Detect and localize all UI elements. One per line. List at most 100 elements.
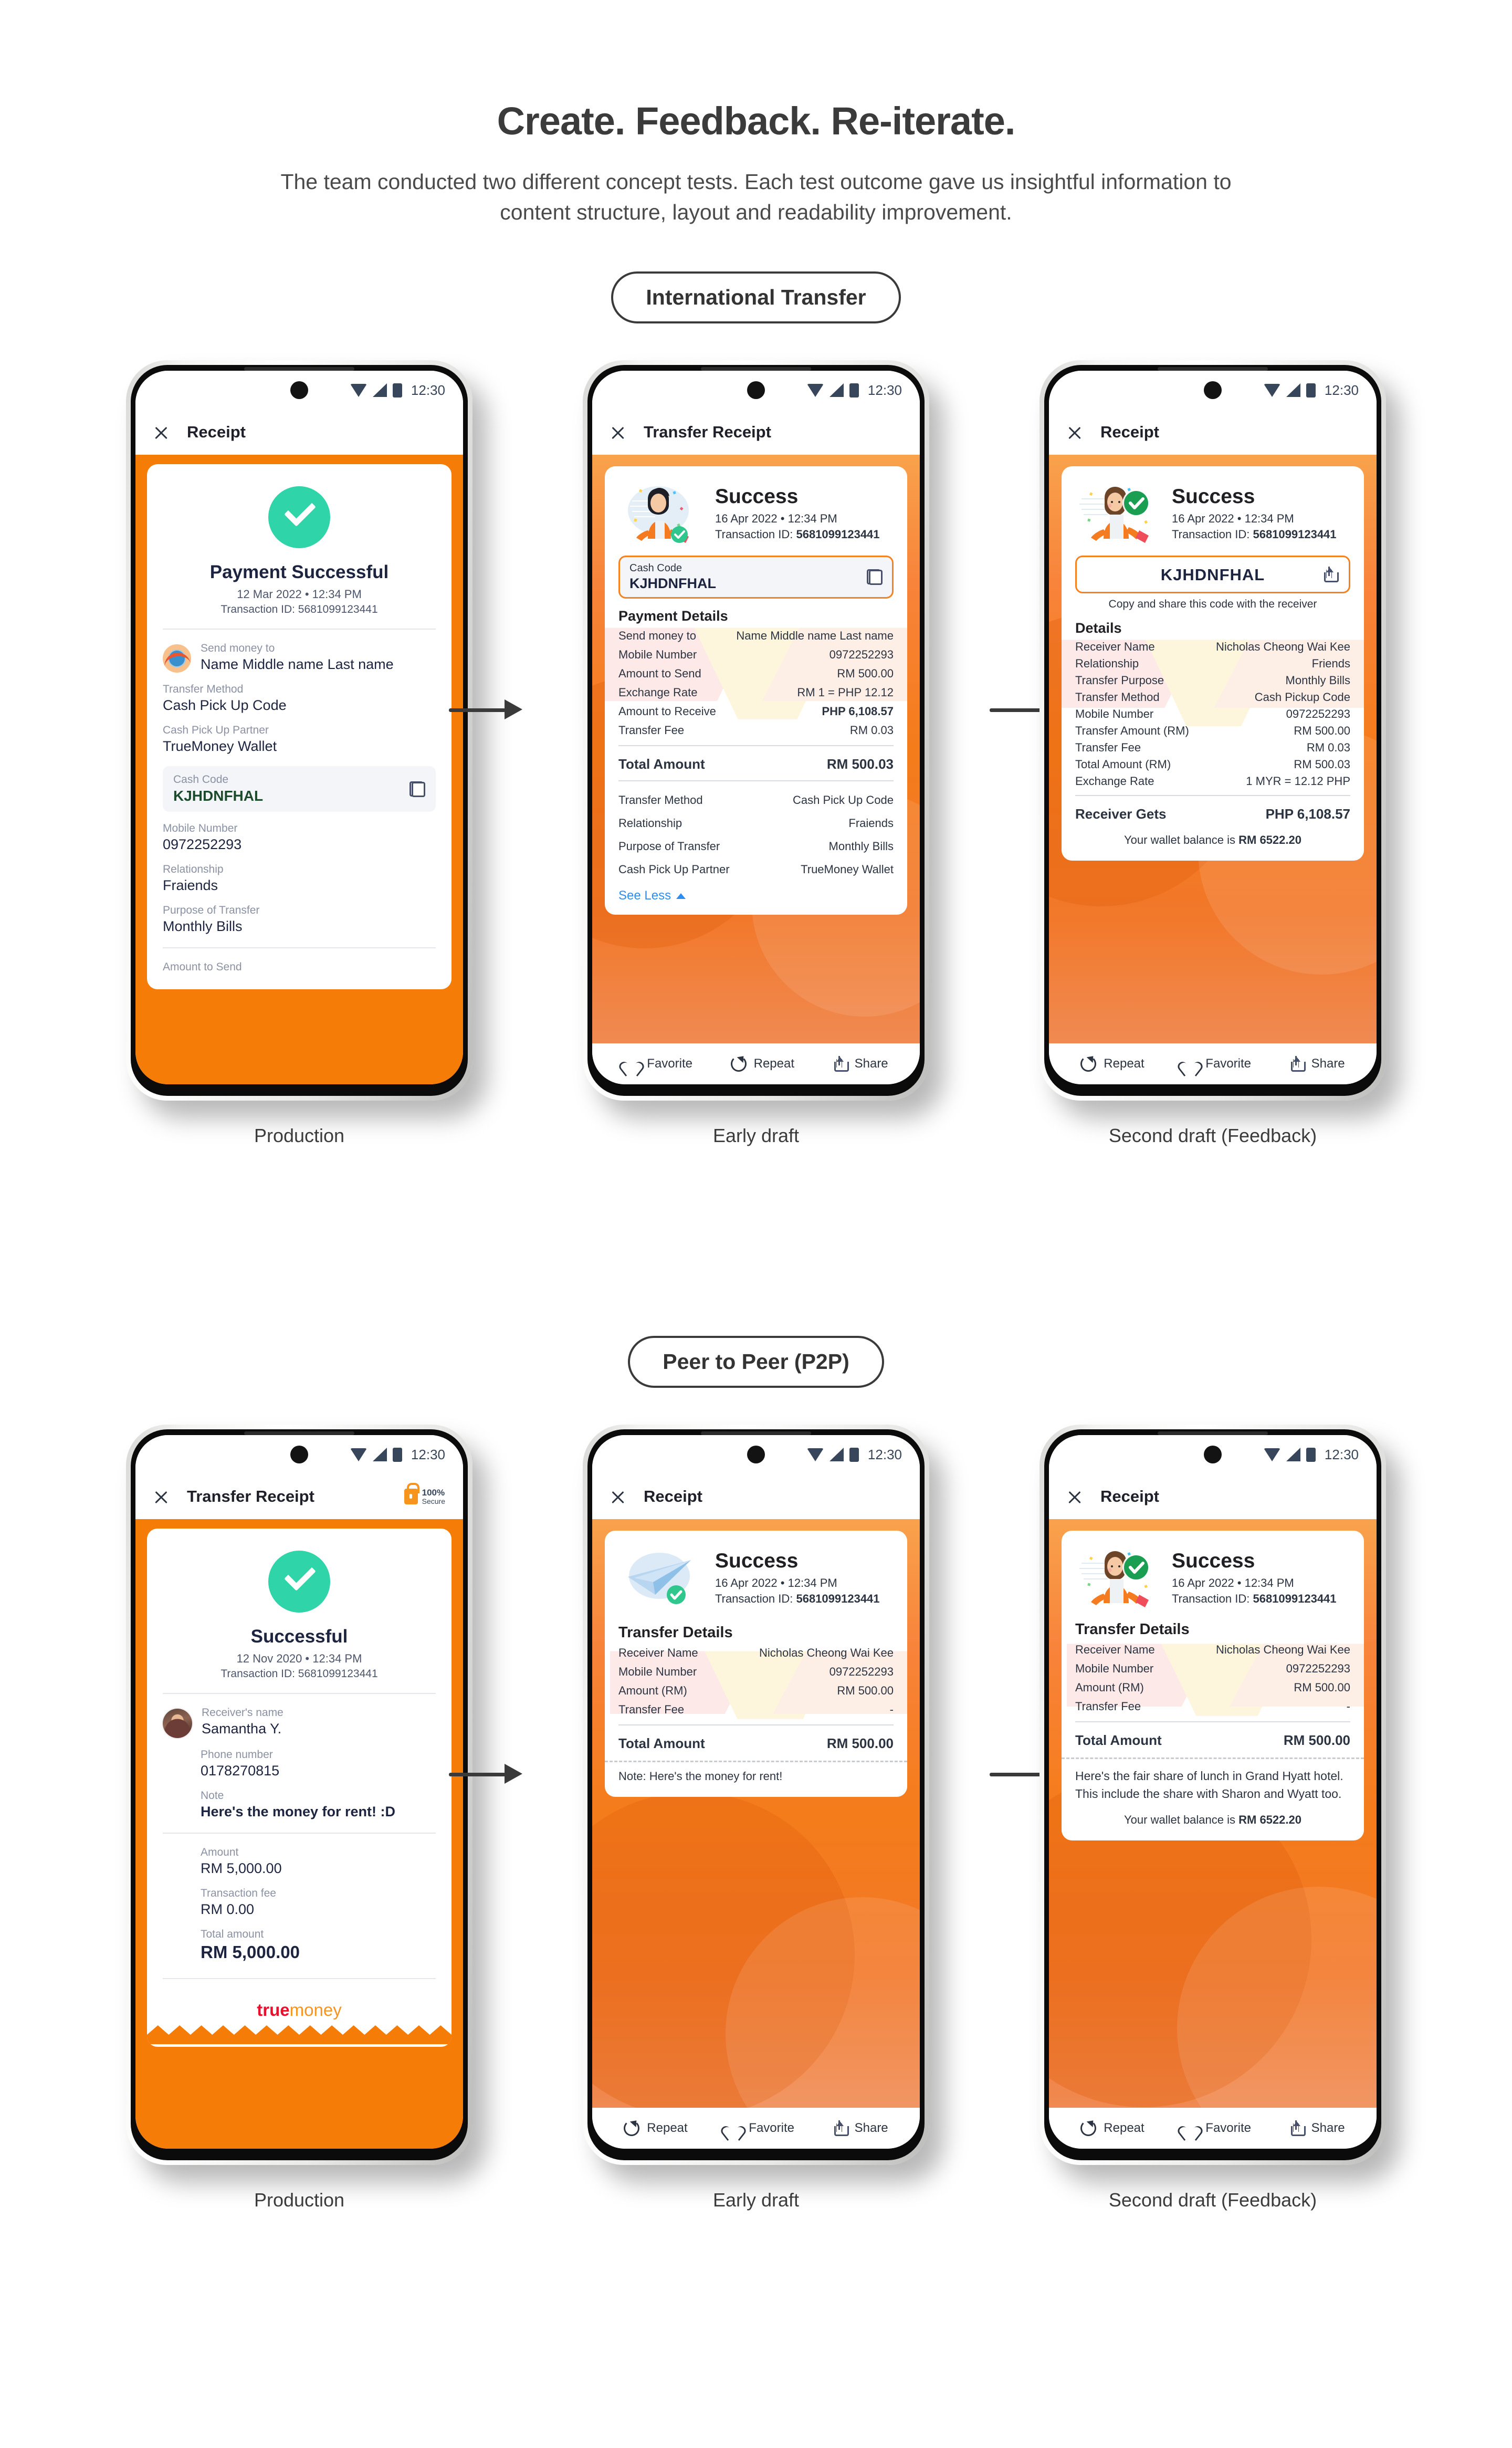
hero-transaction-id: Transaction ID: 5681099123441 (1172, 528, 1350, 541)
share-button[interactable]: Share (1289, 1056, 1345, 1072)
favorite-button[interactable]: Favorite (1182, 1056, 1251, 1071)
logo-money: money (289, 2000, 342, 2020)
row-key: Cash Pick Up Partner (618, 863, 730, 876)
zigzag-edge-icon (147, 2025, 452, 2045)
hero-date: 16 Apr 2022 • 12:34 PM (715, 511, 837, 525)
section-heading: Transfer Details (618, 1624, 733, 1641)
action-label: Favorite (1205, 1056, 1251, 1071)
table-row: Transfer Fee - (1075, 1697, 1350, 1716)
app-bar-title: Transfer Receipt (187, 1487, 314, 1506)
copy-icon[interactable] (867, 569, 883, 585)
phone-frame: 12:30 Receipt Payment Successful 12 Mar … (126, 360, 472, 1101)
row-key: Purpose of Transfer (618, 840, 720, 853)
field-value: Monthly Bills (163, 918, 243, 935)
status-bar: 12:30 (135, 371, 463, 410)
cash-code-box[interactable]: KJHDNFHAL (1075, 556, 1350, 594)
table-row-total: Total Amount RM 500.03 (618, 754, 894, 775)
section-pill-wrap-intl: International Transfer (0, 271, 1512, 324)
close-icon[interactable] (1067, 424, 1083, 440)
phone-caption: Production (254, 2189, 345, 2211)
phone-frame: 12:30 Receipt Success 16 Apr 2022 • 12:3… (583, 1425, 929, 2165)
table-row: Mobile Number 0972252293 (618, 645, 894, 664)
close-icon[interactable] (153, 1489, 169, 1504)
earpiece-icon (701, 367, 811, 371)
signal-icon (1286, 383, 1300, 397)
row-key: Transfer Fee (1075, 741, 1141, 755)
phone-screen-intl-second: 12:30 Receipt Success 16 Apr 2022 • 12:3… (1049, 371, 1377, 1085)
field-value: RM 0.00 (201, 1901, 255, 1918)
phone-screen-intl-early: 12:30 Transfer Receipt Success 16 Apr 20… (592, 371, 920, 1085)
section-pill-international-transfer[interactable]: International Transfer (611, 271, 901, 324)
page-title: Create. Feedback. Re-iterate. (497, 99, 1016, 143)
share-button[interactable]: Share (1289, 2120, 1345, 2137)
secure-percent: 100% (422, 1488, 445, 1498)
illustration-woman-receipt (1075, 1544, 1163, 1612)
receipt-card: Payment Successful 12 Mar 2022 • 12:34 P… (147, 464, 452, 990)
table-row: Mobile Number 0972252293 (1075, 1659, 1350, 1678)
row-key: Amount to Receive (618, 705, 716, 718)
close-icon[interactable] (1067, 1489, 1083, 1504)
battery-icon (392, 383, 402, 397)
wifi-icon (806, 1448, 824, 1461)
close-icon[interactable] (610, 1489, 626, 1504)
cash-code-box[interactable]: Cash Code KJHDNFHAL (618, 556, 894, 599)
share-icon (1289, 2120, 1306, 2137)
cash-code-box[interactable]: Cash Code KJHDNFHAL (163, 766, 436, 812)
close-icon[interactable] (153, 424, 169, 440)
signal-icon (829, 1448, 844, 1462)
meta-details-table: Transfer Method Cash Pick Up Code Relatio… (605, 787, 907, 881)
favorite-button[interactable]: Favorite (624, 1056, 692, 1071)
secure-word: Secure (422, 1497, 445, 1506)
cash-code-label: Cash Code (173, 773, 229, 786)
favorite-button[interactable]: Favorite (1182, 2121, 1251, 2136)
copy-icon[interactable] (410, 781, 425, 797)
share-button[interactable]: Share (833, 1056, 888, 1072)
success-title: Successful (250, 1626, 348, 1647)
cash-code-value: KJHDNFHAL (629, 576, 716, 592)
field-value: RM 5,000.00 (201, 1942, 300, 1962)
row-key: Amount to Send (618, 667, 701, 681)
phone-col-intl-second: 12:30 Receipt Success 16 Apr 2022 • 12:3… (1029, 360, 1396, 1147)
see-less-button[interactable]: See Less (605, 881, 907, 915)
repeat-button[interactable]: Repeat (730, 1056, 794, 1072)
success-check-icon (268, 486, 330, 549)
hero-date: 16 Apr 2022 • 12:34 PM (1172, 511, 1294, 525)
share-button[interactable]: Share (833, 2120, 888, 2137)
screen-body: Payment Successful 12 Mar 2022 • 12:34 P… (135, 455, 463, 1085)
list-item: Mobile Number 0972252293 (147, 822, 452, 853)
favorite-button[interactable]: Favorite (726, 2121, 794, 2136)
wallet-balance: Your wallet balance is RM 6522.20 (1062, 825, 1364, 861)
phone-frame: 12:30 Receipt Success 16 Apr 2022 • 12:3… (1040, 1425, 1386, 2165)
repeat-icon (624, 2120, 640, 2137)
close-icon[interactable] (610, 424, 626, 440)
wifi-icon (1263, 1448, 1280, 1461)
page-header: Create. Feedback. Re-iterate. The team c… (0, 0, 1512, 227)
table-row: Purpose of Transfer Monthly Bills (618, 835, 894, 858)
row-key: Transfer Fee (1075, 1700, 1141, 1713)
section-pill-peer-to-peer[interactable]: Peer to Peer (P2P) (628, 1336, 884, 1388)
field-value: 0178270815 (201, 1763, 280, 1779)
repeat-button[interactable]: Repeat (624, 2120, 688, 2137)
app-bar: Receipt (1049, 1474, 1377, 1520)
table-row: Transfer Method Cash Pick Up Code (618, 789, 894, 812)
row-value: RM 0.03 (1306, 741, 1350, 755)
row-key: Relationship (618, 817, 682, 830)
app-bar: Transfer Receipt (592, 410, 920, 455)
total-value: RM 500.00 (826, 1735, 894, 1752)
cash-code-hint: Copy and share this code with the receiv… (1108, 598, 1317, 611)
chevron-up-icon (676, 893, 686, 899)
action-label: Share (854, 2121, 888, 2136)
table-row: Exchange Rate RM 1 = PHP 12.12 (618, 683, 894, 702)
app-bar-title: Receipt (1100, 423, 1159, 442)
battery-icon (392, 1447, 402, 1462)
balance-label: Your wallet balance is (1124, 1813, 1239, 1827)
phone-frame: 12:30 Transfer Receipt Success 16 Apr 20… (583, 360, 929, 1101)
page-subtitle: The team conducted two different concept… (280, 170, 1232, 225)
repeat-button[interactable]: Repeat (1080, 2120, 1144, 2137)
phone-col-intl-early: 12:30 Transfer Receipt Success 16 Apr 20… (572, 360, 940, 1147)
status-bar-time: 12:30 (411, 1446, 445, 1462)
repeat-button[interactable]: Repeat (1080, 1056, 1144, 1072)
total-label: Total Amount (618, 1735, 705, 1752)
receipt-card: Success 16 Apr 2022 • 12:34 PM Transacti… (605, 466, 907, 915)
share-icon[interactable] (1322, 567, 1339, 583)
